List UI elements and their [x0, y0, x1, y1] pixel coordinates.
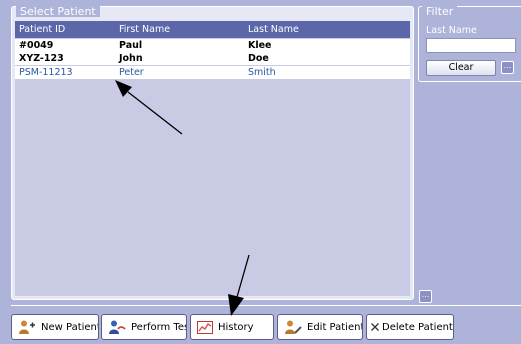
filter-more-button[interactable]: ...: [501, 61, 514, 74]
more-options-button[interactable]: ...: [419, 290, 432, 303]
table-header: Patient ID First Name Last Name: [15, 21, 410, 38]
last-name-filter-input[interactable]: [426, 38, 516, 53]
table-row[interactable]: #0049 Paul Klee: [15, 39, 410, 52]
cell-patient-id: #0049: [19, 40, 54, 51]
perform-test-label: Perform Test: [131, 321, 187, 333]
delete-x-icon: [370, 322, 380, 332]
table-row-selected[interactable]: PSM-11213 Peter Smith: [15, 66, 410, 79]
delete-patient-label: Delete Patient: [382, 321, 453, 333]
perform-test-button[interactable]: Perform Test: [101, 314, 187, 340]
clear-button[interactable]: Clear: [426, 60, 496, 76]
table-row[interactable]: XYZ-123 John Doe: [15, 52, 410, 65]
new-patient-button[interactable]: New Patient: [11, 314, 99, 340]
separator: [11, 305, 521, 306]
select-patient-title: Select Patient: [16, 6, 100, 17]
last-name-label: Last Name: [426, 25, 477, 36]
cell-patient-id: XYZ-123: [19, 53, 64, 64]
cell-last-name: Doe: [248, 53, 269, 64]
delete-patient-button[interactable]: Delete Patient: [366, 314, 454, 340]
edit-patient-button[interactable]: Edit Patient: [277, 314, 363, 340]
patient-selection-window: Select Patient Patient ID First Name Las…: [0, 0, 521, 344]
select-patient-panel: Select Patient Patient ID First Name Las…: [11, 6, 414, 300]
history-chart-icon: [197, 320, 213, 334]
filter-panel: Filter Last Name Clear ...: [418, 6, 521, 82]
column-header-patient-id[interactable]: Patient ID: [19, 24, 65, 35]
cell-first-name: John: [119, 53, 143, 64]
person-add-icon: [18, 320, 36, 334]
new-patient-label: New Patient: [41, 321, 99, 333]
person-edit-icon: [284, 320, 302, 334]
cell-first-name: Paul: [119, 40, 143, 51]
history-label: History: [218, 321, 254, 333]
cell-patient-id: PSM-11213: [19, 67, 73, 78]
cell-last-name: Smith: [248, 67, 276, 78]
cell-first-name: Peter: [119, 67, 144, 78]
filter-title: Filter: [422, 6, 458, 17]
column-header-last-name[interactable]: Last Name: [248, 24, 299, 35]
column-header-first-name[interactable]: First Name: [119, 24, 170, 35]
history-button[interactable]: History: [190, 314, 274, 340]
cell-last-name: Klee: [248, 40, 272, 51]
patient-table[interactable]: Patient ID First Name Last Name #0049 Pa…: [15, 21, 410, 296]
edit-patient-label: Edit Patient: [307, 321, 363, 333]
person-test-icon: [108, 320, 126, 334]
